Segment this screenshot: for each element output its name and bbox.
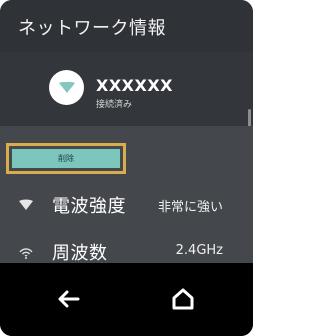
- signal-strength-value: 非常に強い: [157, 200, 223, 215]
- wifi-icon: [49, 70, 84, 105]
- connection-status: 接続済み: [96, 100, 133, 110]
- page-title: ネットワーク情報: [18, 18, 166, 39]
- frequency-value: 2.4GHz: [175, 243, 223, 258]
- network-detail-list: 削除 電波強度 非常に強い 周波数 2.4GHz: [0, 126, 253, 263]
- delete-button[interactable]: 削除: [12, 149, 120, 168]
- signal-strength-row: 電波強度 非常に強い: [0, 182, 253, 226]
- signal-strength-icon: [18, 197, 34, 213]
- network-summary: XXXXXX 接続済み: [0, 52, 253, 169]
- navigation-bar: [0, 263, 253, 336]
- signal-strength-label: 電波強度: [52, 196, 126, 217]
- network-info-screen: ネットワーク情報 XXXXXX 接続済み 削除 電波強度 非常に強い 周波数 2…: [0, 0, 253, 336]
- wifi-frequency-icon: [18, 245, 34, 261]
- home-button[interactable]: [166, 282, 200, 316]
- back-button[interactable]: [52, 282, 86, 316]
- home-icon: [172, 288, 194, 310]
- frequency-label: 周波数: [52, 243, 108, 263]
- content-area: ネットワーク情報 XXXXXX 接続済み 削除 電波強度 非常に強い 周波数 2…: [0, 0, 253, 263]
- network-ssid: XXXXXX: [96, 76, 174, 95]
- frequency-row: 周波数 2.4GHz: [0, 229, 253, 263]
- delete-button-focus-ring[interactable]: 削除: [6, 143, 126, 174]
- back-arrow-icon: [58, 290, 80, 308]
